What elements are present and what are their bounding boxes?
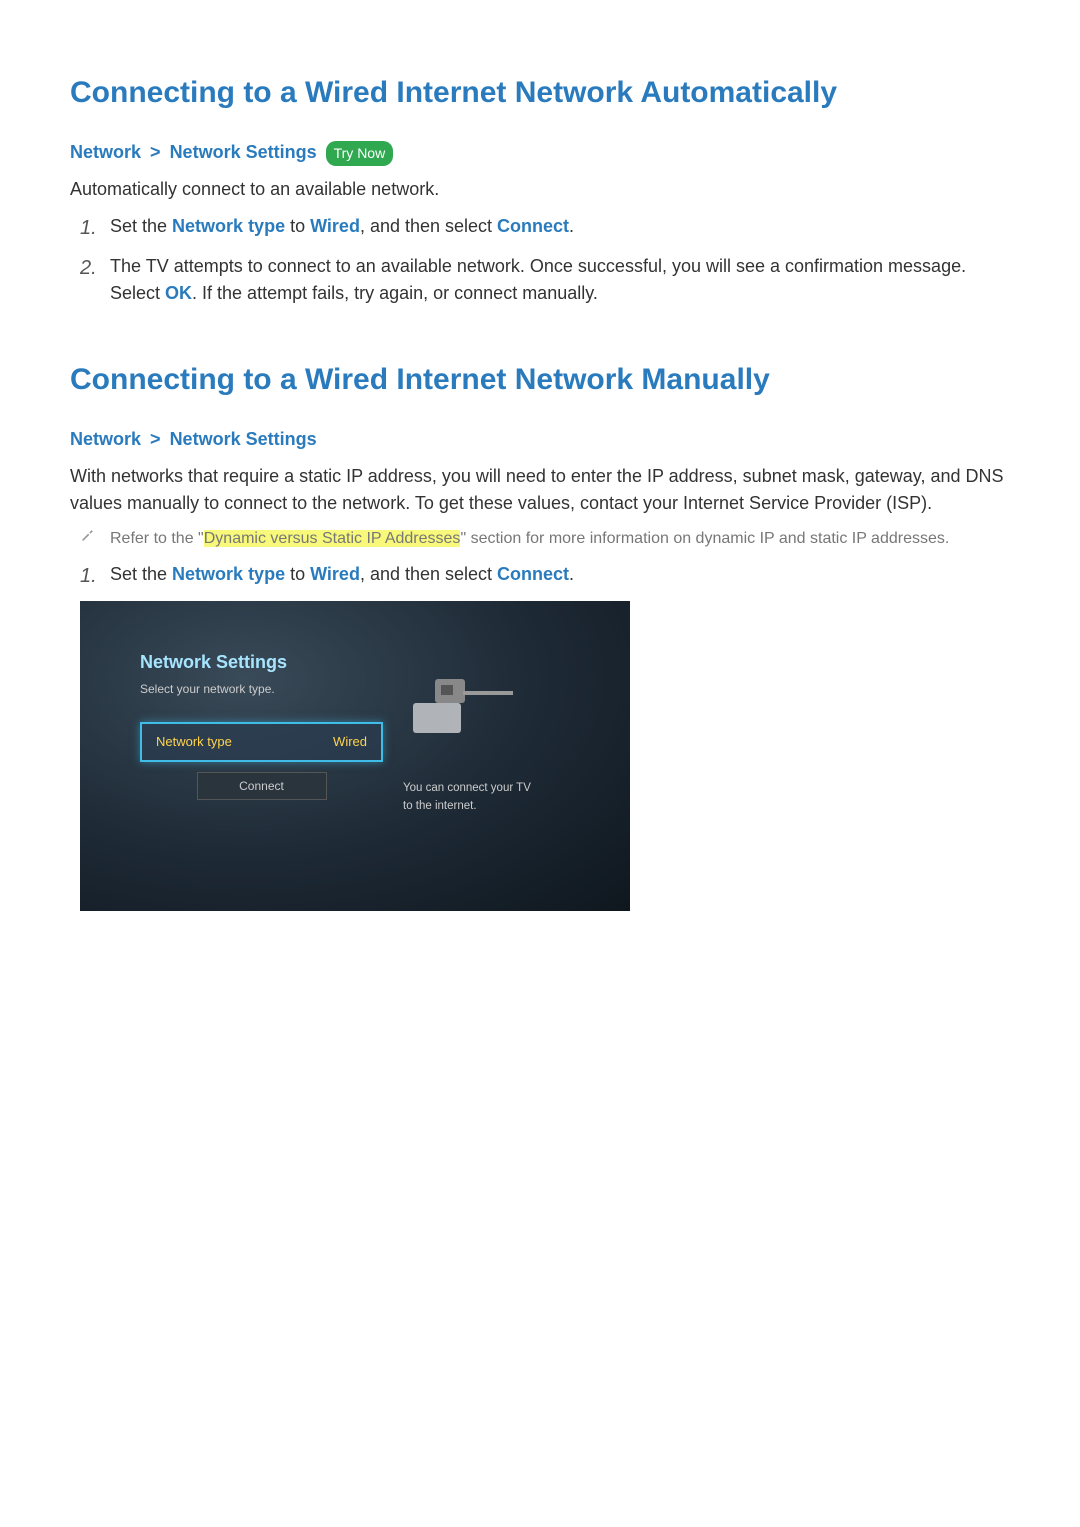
breadcrumb-network[interactable]: Network <box>70 142 141 162</box>
breadcrumb-network-settings[interactable]: Network Settings <box>170 429 317 449</box>
kw-wired: Wired <box>310 216 360 236</box>
breadcrumb-network-settings[interactable]: Network Settings <box>170 142 317 162</box>
breadcrumb-manual: Network > Network Settings <box>70 426 1010 453</box>
section2-title: Connecting to a Wired Internet Network M… <box>70 357 1010 402</box>
note: Refer to the "Dynamic versus Static IP A… <box>80 527 1010 551</box>
tv-title: Network Settings <box>140 649 383 676</box>
step-2: 2. The TV attempts to connect to an avai… <box>80 253 1010 307</box>
step-1: 1. Set the Network type to Wired, and th… <box>80 561 1010 591</box>
breadcrumb-sep: > <box>150 429 161 449</box>
step-number: 2. <box>80 253 110 307</box>
router-icon <box>413 669 513 739</box>
breadcrumb-sep: > <box>150 142 161 162</box>
section2-steps: 1. Set the Network type to Wired, and th… <box>80 561 1010 591</box>
step-1: 1. Set the Network type to Wired, and th… <box>80 213 1010 243</box>
tv-subtitle: Select your network type. <box>140 680 383 698</box>
network-type-row[interactable]: Network type Wired <box>140 722 383 762</box>
kw-connect: Connect <box>497 564 569 584</box>
section1-intro: Automatically connect to an available ne… <box>70 176 1010 203</box>
tv-right-pane: You can connect your TV to the internet. <box>383 649 590 881</box>
section1-steps: 1. Set the Network type to Wired, and th… <box>80 213 1010 307</box>
step-text: Set the Network type to Wired, and then … <box>110 561 1010 591</box>
section1-title: Connecting to a Wired Internet Network A… <box>70 70 1010 115</box>
kw-ok: OK <box>165 283 192 303</box>
kw-network-type: Network type <box>172 564 285 584</box>
tv-hint-line2: to the internet. <box>403 797 590 815</box>
tv-hint-line1: You can connect your TV <box>403 779 590 797</box>
step-text: The TV attempts to connect to an availab… <box>110 253 1010 307</box>
network-type-value: Wired <box>333 732 367 752</box>
connect-button[interactable]: Connect <box>197 772 327 800</box>
kw-wired: Wired <box>310 564 360 584</box>
note-highlight: Dynamic versus Static IP Addresses <box>204 530 461 547</box>
step-number: 1. <box>80 561 110 591</box>
step-text: Set the Network type to Wired, and then … <box>110 213 1010 243</box>
tv-settings-panel: Network Settings Select your network typ… <box>80 601 630 911</box>
note-text: Refer to the "Dynamic versus Static IP A… <box>110 527 949 551</box>
kw-connect: Connect <box>497 216 569 236</box>
breadcrumb-network[interactable]: Network <box>70 429 141 449</box>
note-icon <box>80 527 110 551</box>
kw-network-type: Network type <box>172 216 285 236</box>
try-now-badge[interactable]: Try Now <box>326 141 394 166</box>
network-type-label: Network type <box>156 732 232 752</box>
tv-left-pane: Network Settings Select your network typ… <box>140 649 383 881</box>
step-number: 1. <box>80 213 110 243</box>
breadcrumb-auto: Network > Network Settings Try Now <box>70 139 1010 166</box>
section2-intro: With networks that require a static IP a… <box>70 463 1010 517</box>
